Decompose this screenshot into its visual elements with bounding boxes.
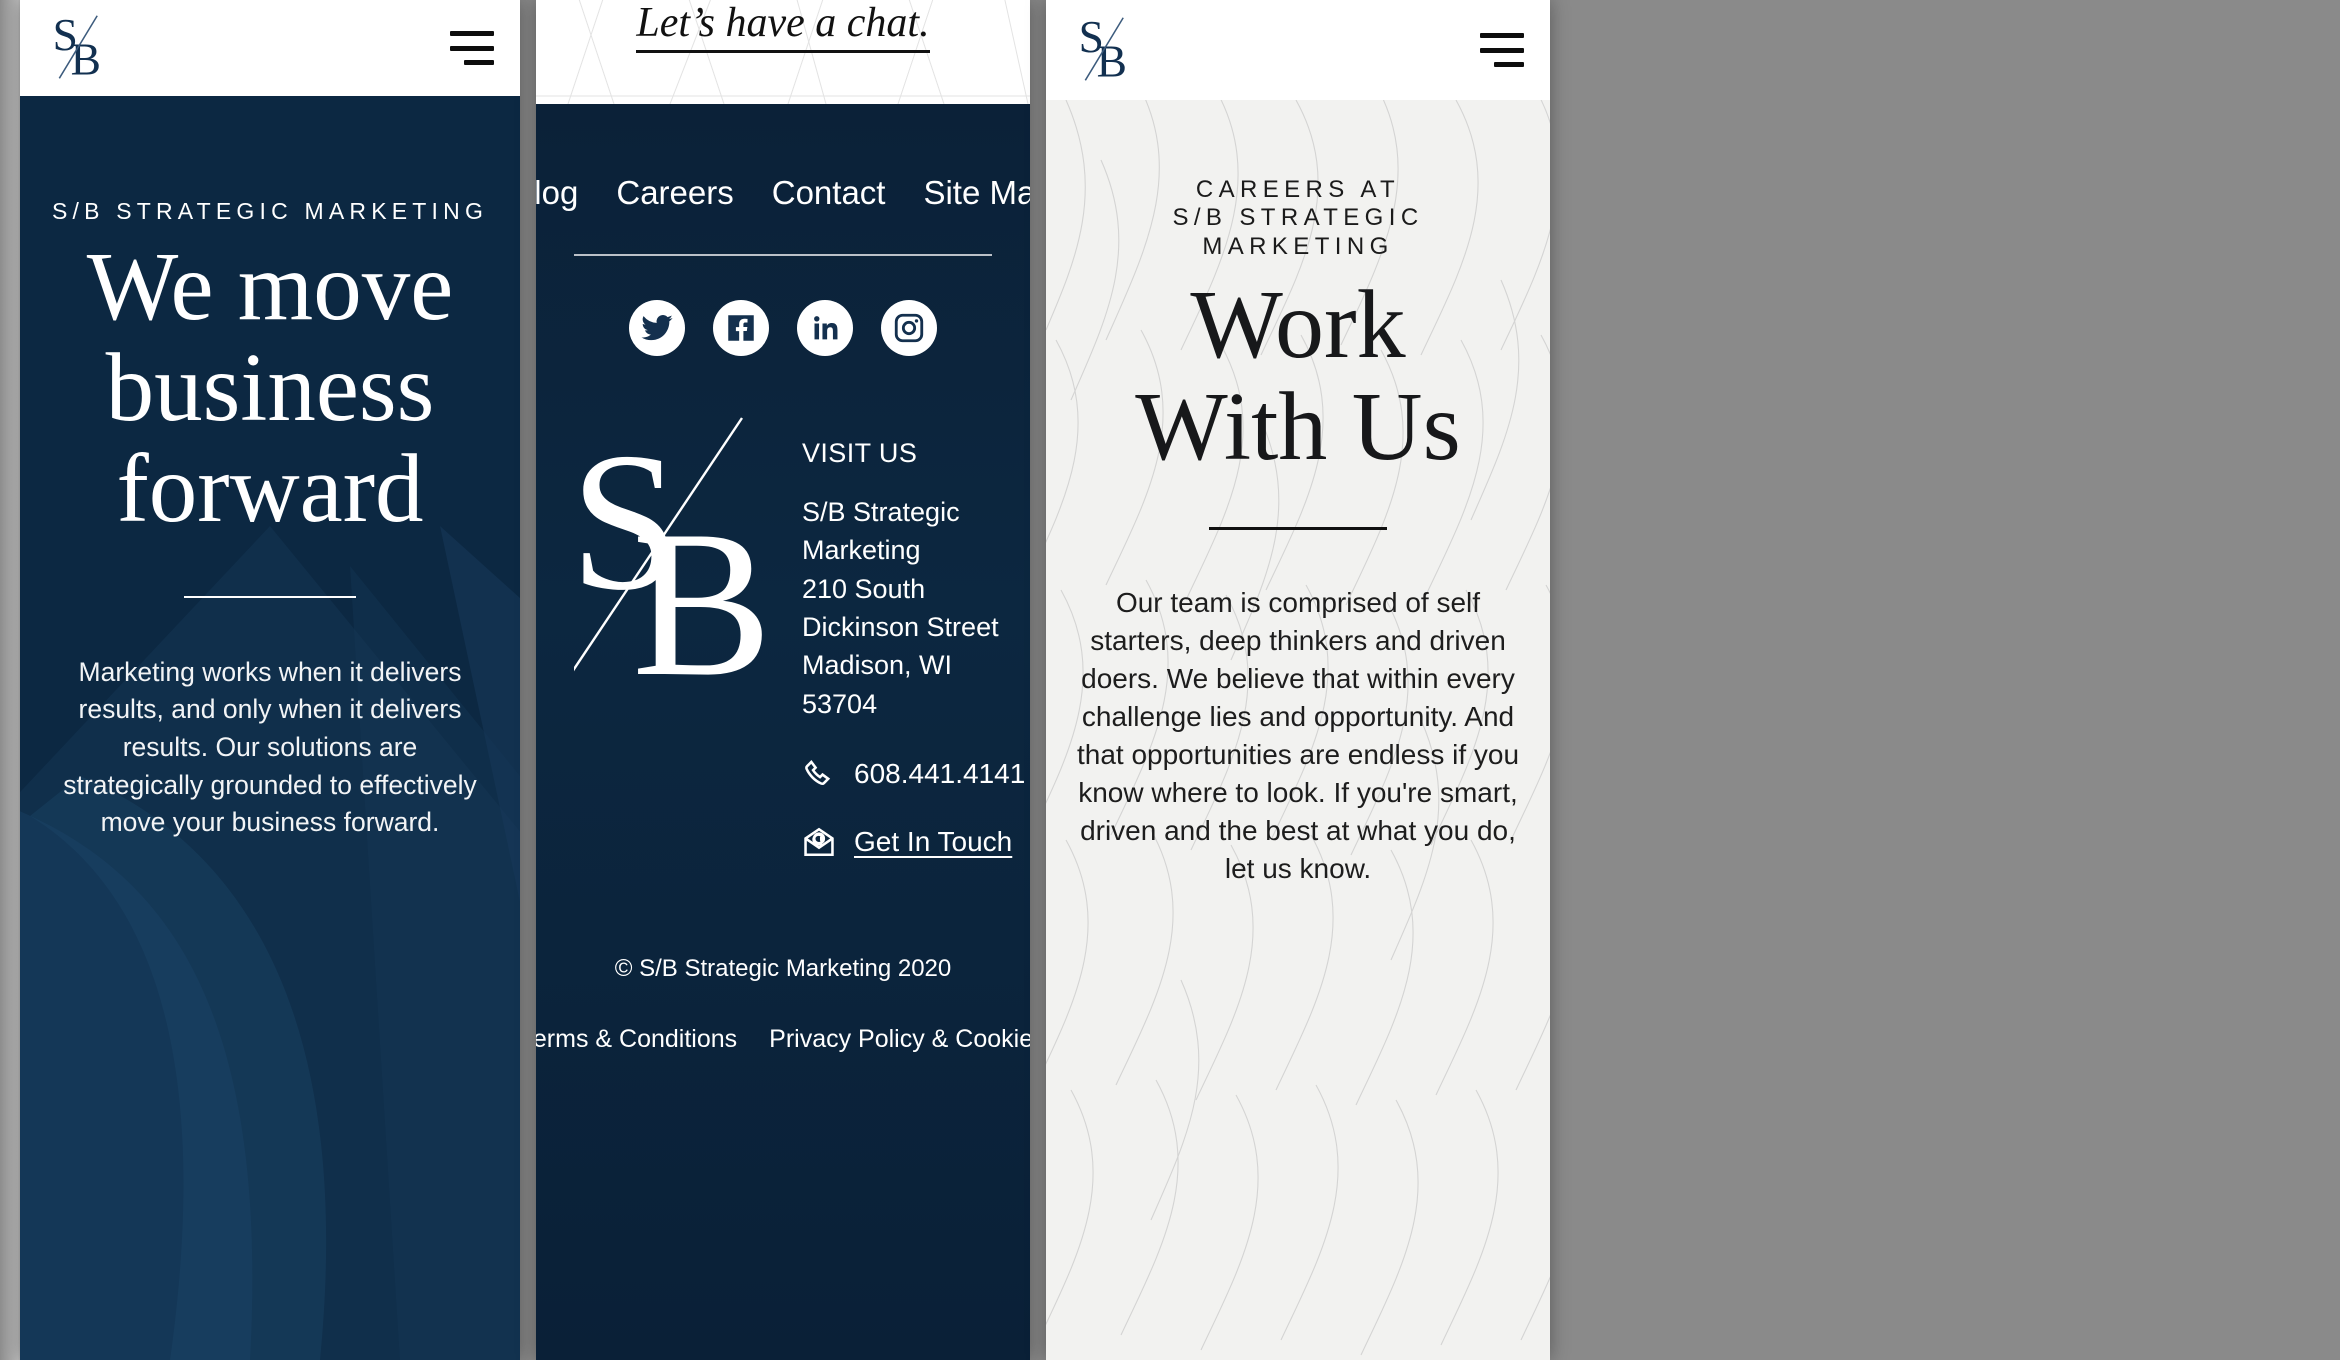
chat-cta-section: Let’s have a chat.	[536, 0, 1030, 104]
home-app-bar: S B	[20, 0, 520, 96]
careers-body-text: Our team is comprised of self starters, …	[1076, 586, 1520, 885]
visit-us-label: VISIT US	[802, 438, 918, 468]
chat-cta[interactable]: Let’s have a chat.	[536, 0, 1030, 53]
sb-large-monogram-icon: S B	[574, 412, 772, 680]
careers-app-bar: S B	[1046, 0, 1550, 100]
address-line-1: S/B Strategic Marketing	[802, 497, 960, 566]
hero-title-line-1: We move	[86, 233, 454, 340]
contact-block: S B VISIT US S/B Strategic Marketing 210…	[574, 412, 1025, 859]
device-panel-careers: S B CAREERS AT S/B STRATEGIC MARKETING W…	[1046, 0, 1550, 1360]
svg-text:B: B	[1097, 36, 1127, 86]
sb-monogram-svg-careers: S B	[1079, 14, 1127, 86]
careers-title-line-2: With Us	[1135, 372, 1461, 481]
careers-eyebrow-line-2: S/B STRATEGIC MARKETING	[1172, 204, 1424, 260]
copyright-text: © S/B Strategic Marketing 2020	[614, 954, 952, 982]
social-links	[574, 300, 992, 356]
careers-eyebrow: CAREERS AT S/B STRATEGIC MARKETING	[1072, 100, 1524, 261]
twitter-icon[interactable]	[629, 300, 685, 356]
hero-title-line-3: forward	[116, 434, 424, 542]
hamburger-bar-2	[450, 45, 494, 51]
footer-nav-careers[interactable]: Careers	[616, 174, 733, 212]
careers-eyebrow-line-1: CAREERS AT	[1195, 176, 1401, 203]
contact-details: VISIT US S/B Strategic Marketing 210 Sou…	[802, 412, 1025, 859]
hamburger-bar-3	[464, 60, 494, 65]
phone-icon	[805, 759, 831, 785]
screenshot-stage: S B S/B STRATEGIC MARKETING We move busi…	[0, 0, 2340, 1360]
hero-title-line-2: business	[105, 333, 435, 441]
careers-section: CAREERS AT S/B STRATEGIC MARKETING Work …	[1046, 100, 1550, 1360]
svg-text:B: B	[71, 34, 101, 84]
menu-button[interactable]	[450, 31, 494, 65]
device-panel-footer: Let’s have a chat. Blog Careers Contact …	[536, 0, 1030, 1360]
facebook-glyph	[728, 315, 754, 341]
legal-links: Terms & Conditions Privacy Policy & Cook…	[536, 1025, 1030, 1054]
linkedin-icon[interactable]	[797, 300, 853, 356]
menu-button-careers[interactable]	[1480, 33, 1524, 67]
site-footer: Blog Careers Contact Site Map	[536, 104, 1030, 1360]
twitter-glyph	[641, 315, 673, 341]
sb-monogram-svg: S B	[53, 12, 101, 84]
address-line-3: Madison, WI 53704	[802, 650, 953, 719]
instagram-icon[interactable]	[881, 300, 937, 356]
instagram-glyph	[894, 313, 924, 343]
phone-number: 608.441.4141	[854, 757, 1026, 789]
hero-divider	[184, 595, 356, 598]
privacy-policy-link[interactable]: Privacy Policy & Cookies	[769, 1025, 1030, 1054]
footer-nav-contact[interactable]: Contact	[772, 174, 886, 212]
footer-nav-blog[interactable]: Blog	[536, 174, 578, 212]
linkedin-glyph	[814, 316, 838, 340]
hero-section: S/B STRATEGIC MARKETING We move business…	[20, 96, 520, 1360]
chat-cta-label: Let’s have a chat.	[636, 2, 930, 53]
get-in-touch-link: Get In Touch	[854, 825, 1013, 857]
email-row[interactable]: Get In Touch	[802, 825, 1025, 859]
careers-title: Work With Us	[1072, 270, 1524, 481]
hero-title: We move business forward	[44, 233, 496, 542]
hamburger-bar-3	[1494, 62, 1524, 67]
phone-row[interactable]: 608.441.4141	[802, 757, 1025, 791]
postal-address: S/B Strategic Marketing 210 South Dickin…	[802, 493, 1025, 723]
careers-title-line-1: Work	[1190, 270, 1406, 379]
hamburger-bar-1	[450, 31, 494, 36]
careers-divider	[1209, 526, 1387, 530]
footer-nav-sitemap[interactable]: Site Map	[923, 174, 1030, 212]
sb-logo-icon[interactable]: S B	[50, 12, 116, 84]
facebook-icon[interactable]	[713, 300, 769, 356]
terms-conditions-link[interactable]: Terms & Conditions	[536, 1025, 737, 1054]
svg-text:B: B	[632, 488, 772, 680]
footer-divider	[574, 254, 992, 256]
footer-nav: Blog Careers Contact Site Map	[536, 104, 1030, 212]
hamburger-bar-1	[1480, 33, 1524, 38]
email-at-icon	[804, 827, 834, 856]
device-panel-home: S B S/B STRATEGIC MARKETING We move busi…	[20, 0, 520, 1360]
hero-body-text: Marketing works when it delivers results…	[63, 656, 477, 838]
address-line-2: 210 South Dickinson Street	[802, 573, 999, 642]
sb-logo-icon-careers[interactable]: S B	[1076, 14, 1142, 86]
hero-eyebrow: S/B STRATEGIC MARKETING	[51, 198, 489, 224]
hamburger-bar-2	[1480, 47, 1524, 53]
